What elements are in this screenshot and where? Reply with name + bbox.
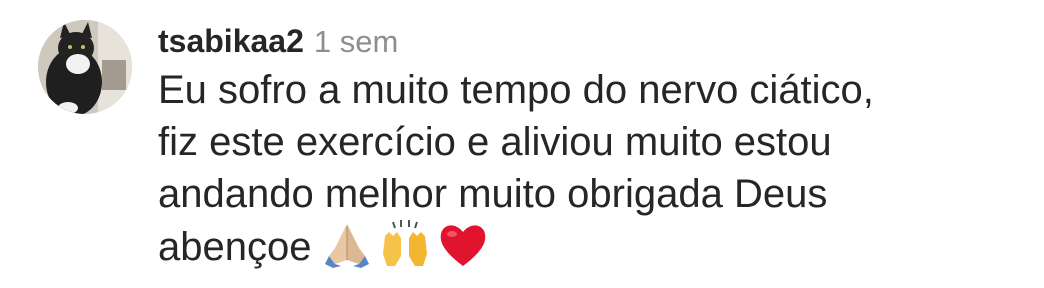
comment: tsabikaa2 1 sem Eu sofro a muito tempo do…: [0, 0, 1044, 288]
comment-text: Eu sofro a muito tempo do nervo ciático,…: [158, 68, 874, 269]
cat-avatar-icon: [38, 20, 132, 114]
comment-text-block: Eu sofro a muito tempo do nervo ciático,…: [158, 64, 1018, 273]
timestamp[interactable]: 1 sem: [314, 24, 398, 59]
avatar[interactable]: [38, 20, 132, 114]
username[interactable]: tsabikaa2: [158, 23, 304, 59]
comment-body: tsabikaa2 1 sem Eu sofro a muito tempo do…: [158, 18, 1018, 273]
folded-hands-icon: [321, 220, 373, 268]
red-heart-icon: [437, 220, 489, 268]
raising-hands-icon: [379, 220, 431, 268]
comment-meta: tsabikaa2 1 sem: [158, 18, 1018, 64]
